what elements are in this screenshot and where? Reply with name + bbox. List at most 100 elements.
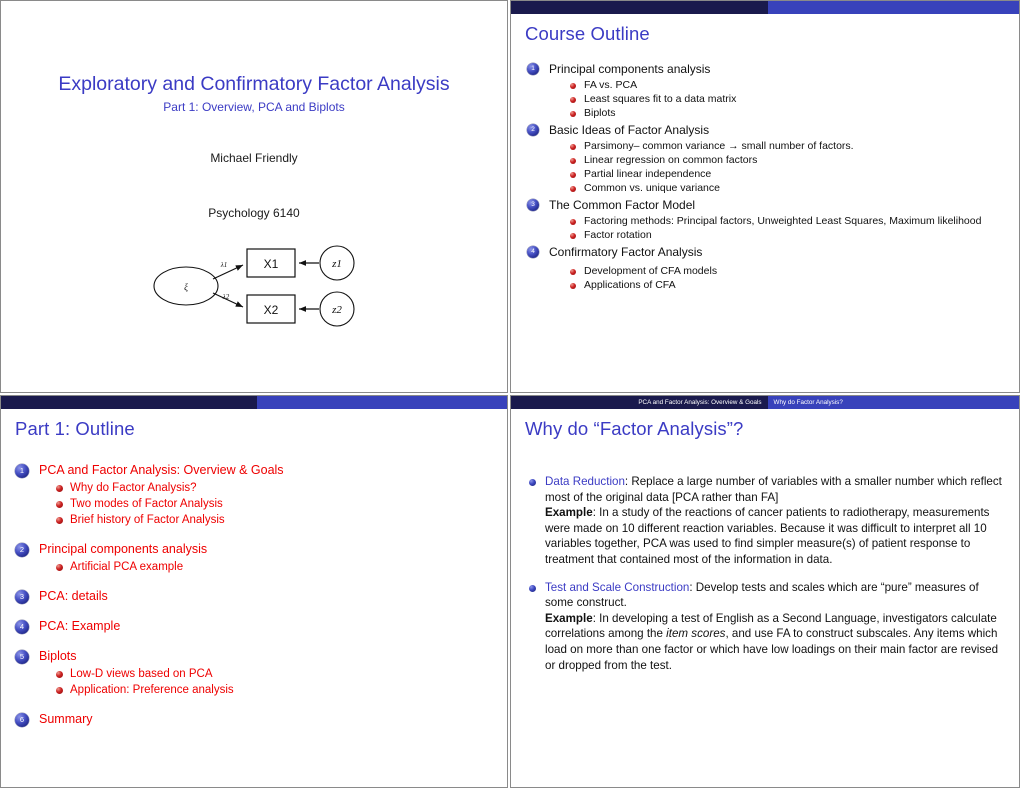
presentation-subtitle: Part 1: Overview, PCA and Biplots — [163, 100, 345, 114]
presentation-title: Exploratory and Confirmatory Factor Anal… — [58, 73, 450, 95]
error-label-z2: z2 — [331, 304, 342, 316]
list-item: Development of CFA models — [567, 264, 1011, 278]
list-item: 2 Basic Ideas of Factor Analysis Parsimo… — [525, 122, 1011, 195]
list-item: 3 PCA: details — [15, 588, 499, 605]
numbered-bullet-icon: 3 — [15, 590, 29, 604]
list-item-label: Why do Factor Analysis? — [70, 482, 197, 494]
why-factor-analysis-content: Data Reduction: Replace a large number o… — [529, 474, 1005, 685]
red-bullet-icon — [570, 232, 576, 239]
list-item-label: Applications of CFA — [584, 279, 676, 291]
list-item-label: Common vs. unique variance — [584, 182, 720, 194]
list-item: Factor rotation — [567, 228, 1011, 242]
list-item-label: Two modes of Factor Analysis — [70, 498, 223, 510]
list-item: Application: Preference analysis — [53, 682, 499, 698]
list-item-label: Principal components analysis — [39, 542, 208, 556]
red-bullet-icon — [56, 501, 63, 508]
numbered-bullet-icon: 1 — [15, 464, 29, 478]
loading-label-lambda1: λ1 — [220, 261, 228, 269]
presentation-author: Michael Friendly — [210, 151, 298, 165]
list-item: Factoring methods: Principal factors, Un… — [567, 214, 1011, 228]
red-bullet-icon — [56, 485, 63, 492]
latent-factor-label: ξ — [184, 282, 188, 292]
list-item: Two modes of Factor Analysis — [53, 496, 499, 512]
numbered-bullet-icon: 3 — [527, 199, 539, 211]
list-item-label: Parsimony– common variance → small numbe… — [584, 140, 854, 152]
presentation-course: Psychology 6140 — [208, 206, 300, 220]
numbered-bullet-icon: 2 — [527, 124, 539, 136]
list-item: Applications of CFA — [567, 278, 1011, 292]
red-bullet-icon — [56, 517, 63, 524]
slide-course-outline: Course Outline 1 Principal components an… — [510, 0, 1020, 393]
red-bullet-icon — [570, 157, 576, 164]
list-item: 3 The Common Factor Model Factoring meth… — [525, 197, 1011, 242]
red-bullet-icon — [570, 143, 576, 150]
example-label: Example — [545, 611, 593, 625]
list-item: Data Reduction: Replace a large number o… — [529, 474, 1005, 568]
list-item-label: Brief history of Factor Analysis — [70, 514, 225, 526]
slide-grid: Exploratory and Confirmatory Factor Anal… — [0, 0, 1020, 788]
loading-label-lambda2: λ2 — [222, 293, 230, 301]
header-section-label — [1, 396, 257, 409]
list-item-label: Confirmatory Factor Analysis — [549, 245, 703, 259]
list-item-label: PCA: details — [39, 589, 108, 603]
list-item-label: FA vs. PCA — [584, 79, 638, 91]
red-bullet-icon — [570, 96, 576, 103]
list-item-label: PCA: Example — [39, 619, 121, 633]
point-lead-label: Test and Scale Construction — [545, 580, 690, 594]
indicator-label-x2: X2 — [264, 303, 279, 317]
red-bullet-icon — [570, 82, 576, 89]
list-item-label: The Common Factor Model — [549, 198, 696, 212]
red-bullet-icon — [570, 218, 576, 225]
page-title: Course Outline — [525, 23, 650, 44]
header-section-label — [511, 1, 768, 14]
list-item-label: Artificial PCA example — [70, 561, 184, 573]
navy-bullet-icon — [529, 584, 536, 592]
example-body-text: : In a study of the reactions of cancer … — [545, 506, 990, 566]
red-bullet-icon — [56, 564, 63, 571]
list-item-label: Application: Preference analysis — [70, 684, 234, 696]
list-item: 6 Summary — [15, 711, 499, 728]
slide-part1-outline: Part 1: Outline 1 PCA and Factor Analysi… — [0, 395, 508, 788]
list-item: Low-D views based on PCA — [53, 666, 499, 682]
header-subsection-label: Why do Factor Analysis? — [767, 396, 1019, 409]
part1-outline-list: 1 PCA and Factor Analysis: Overview & Go… — [15, 462, 499, 741]
course-outline-list: 1 Principal components analysis FA vs. P… — [525, 61, 1011, 294]
slide-why-factor-analysis: PCA and Factor Analysis: Overview & Goal… — [510, 395, 1020, 788]
list-item-label: Partial linear independence — [584, 168, 712, 180]
list-item-label: Least squares fit to a data matrix — [584, 93, 737, 105]
header-section-label: PCA and Factor Analysis: Overview & Goal… — [511, 396, 768, 409]
red-bullet-icon — [56, 671, 63, 678]
list-item-label: Principal components analysis — [549, 62, 711, 76]
list-item-label: Low-D views based on PCA — [70, 668, 213, 680]
list-item-label: Summary — [39, 712, 93, 726]
list-item-label: Linear regression on common factors — [584, 154, 758, 166]
list-item: Brief history of Factor Analysis — [53, 512, 499, 528]
list-item: Test and Scale Construction: Develop tes… — [529, 580, 1005, 674]
red-bullet-icon — [570, 282, 576, 289]
numbered-bullet-icon: 1 — [527, 63, 539, 75]
header-subsection-label — [767, 1, 1019, 14]
list-item: 1 Principal components analysis FA vs. P… — [525, 61, 1011, 120]
list-item-label: Biplots — [39, 649, 77, 663]
numbered-bullet-icon: 6 — [15, 713, 29, 727]
list-item: 4 PCA: Example — [15, 618, 499, 635]
list-item: Parsimony– common variance → small numbe… — [567, 139, 1011, 153]
page-title: Part 1: Outline — [15, 418, 135, 439]
red-bullet-icon — [570, 268, 576, 275]
list-item: 1 PCA and Factor Analysis: Overview & Go… — [15, 462, 499, 528]
slide-header-bar: PCA and Factor Analysis: Overview & Goal… — [511, 396, 1019, 409]
list-item: 2 Principal components analysis Artifici… — [15, 541, 499, 575]
list-item-label: Biplots — [584, 107, 616, 119]
numbered-bullet-icon: 5 — [15, 650, 29, 664]
error-label-z1: z1 — [331, 258, 342, 270]
list-item: Artificial PCA example — [53, 559, 499, 575]
path-diagram: ξ X1 X2 z1 z2 λ1 λ2 — [141, 241, 371, 331]
red-bullet-icon — [570, 110, 576, 117]
page-title: Why do “Factor Analysis”? — [525, 418, 744, 439]
list-item: Linear regression on common factors — [567, 153, 1011, 167]
numbered-bullet-icon: 4 — [15, 620, 29, 634]
list-item: 4 Confirmatory Factor Analysis Developme… — [525, 244, 1011, 292]
numbered-bullet-icon: 2 — [15, 543, 29, 557]
header-subsection-label — [256, 396, 507, 409]
loading-arrow-1 — [212, 264, 244, 280]
